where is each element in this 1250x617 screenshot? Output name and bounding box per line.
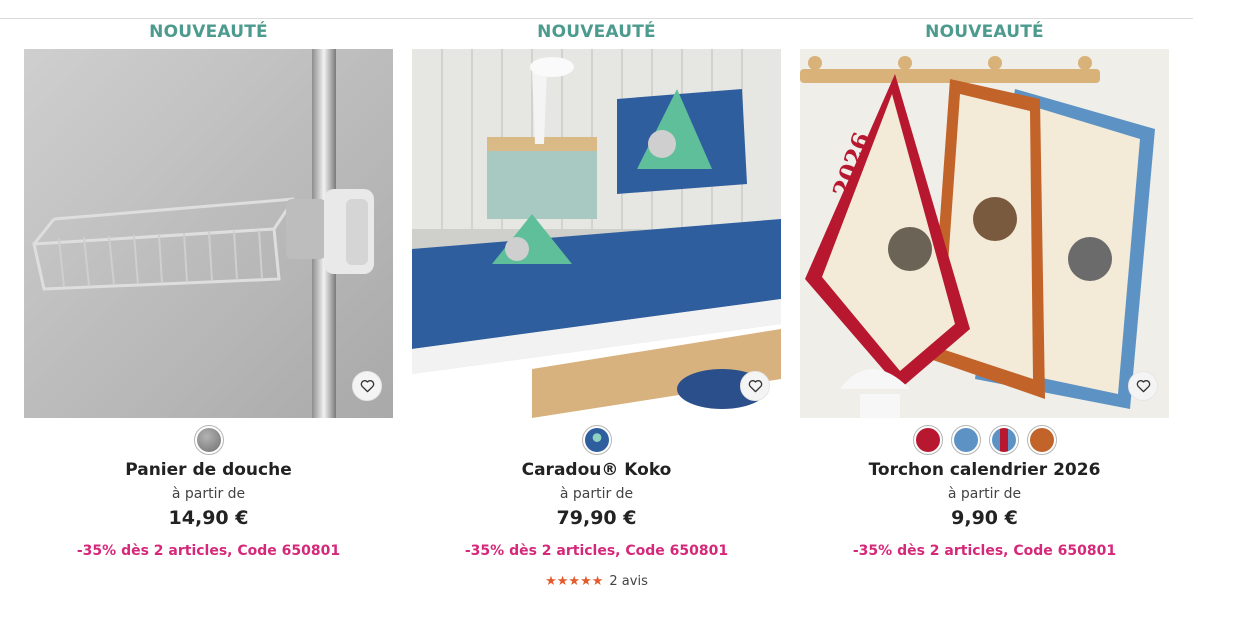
product-card-caradou-koko[interactable]: NOUVEAUTÉ Caradou® Koko à partir de 79,9… xyxy=(412,0,781,617)
color-swatch-rouge[interactable] xyxy=(912,425,943,455)
favorite-button[interactable] xyxy=(740,371,770,401)
color-swatch-orange[interactable] xyxy=(1026,425,1057,455)
color-swatch-gris[interactable] xyxy=(193,425,224,455)
color-swatches xyxy=(412,425,781,455)
product-price: 79,90 € xyxy=(556,507,637,529)
promo-text: -35% dès 2 articles, Code 650801 xyxy=(464,543,729,559)
color-swatches xyxy=(24,425,393,455)
price-prefix: à partir de xyxy=(559,486,634,502)
star-rating-icons: ★★★★★ xyxy=(545,574,604,589)
product-image[interactable]: 2026 xyxy=(800,49,1169,418)
product-card-panier-douche[interactable]: NOUVEAUTÉ Panier de douche à partir de 1… xyxy=(24,0,393,617)
color-swatch-bleu[interactable] xyxy=(950,425,981,455)
promo-text: -35% dès 2 articles, Code 650801 xyxy=(76,543,341,559)
tea-towels-picture: 2026 xyxy=(800,49,1169,418)
product-name[interactable]: Torchon calendrier 2026 xyxy=(800,460,1169,480)
heart-outline-icon xyxy=(1136,380,1150,393)
product-price: 9,90 € xyxy=(951,507,1018,529)
color-swatch-koko[interactable] xyxy=(581,425,612,455)
shower-basket-picture xyxy=(24,49,393,418)
heart-outline-icon xyxy=(360,380,374,393)
kids-bed-picture xyxy=(412,49,781,418)
new-badge: NOUVEAUTÉ xyxy=(149,22,268,42)
product-image[interactable] xyxy=(24,49,393,418)
swatch-color xyxy=(1029,428,1054,452)
price-prefix: à partir de xyxy=(171,486,246,502)
swatch-color xyxy=(915,428,940,452)
promo-text: -35% dès 2 articles, Code 650801 xyxy=(852,543,1117,559)
favorite-button[interactable] xyxy=(1128,371,1158,401)
swatch-color xyxy=(584,428,609,452)
rating[interactable]: ★★★★★ 2 avis xyxy=(412,574,781,589)
product-name[interactable]: Panier de douche xyxy=(24,460,393,480)
price-prefix: à partir de xyxy=(947,486,1022,502)
new-badge: NOUVEAUTÉ xyxy=(537,22,656,42)
color-swatches xyxy=(800,425,1169,455)
review-count[interactable]: 2 avis xyxy=(609,574,647,589)
swatch-color xyxy=(196,428,221,452)
heart-outline-icon xyxy=(748,380,762,393)
product-name[interactable]: Caradou® Koko xyxy=(412,460,781,480)
product-price: 14,90 € xyxy=(168,507,249,529)
color-swatch-multicolore[interactable] xyxy=(988,425,1019,455)
swatch-color xyxy=(991,428,1016,452)
swatch-color xyxy=(953,428,978,452)
new-badge: NOUVEAUTÉ xyxy=(925,22,1044,42)
favorite-button[interactable] xyxy=(352,371,382,401)
product-image[interactable] xyxy=(412,49,781,418)
product-card-torchon-calendrier[interactable]: NOUVEAUTÉ 2026 Torchon calendrier 2026 à… xyxy=(800,0,1169,617)
